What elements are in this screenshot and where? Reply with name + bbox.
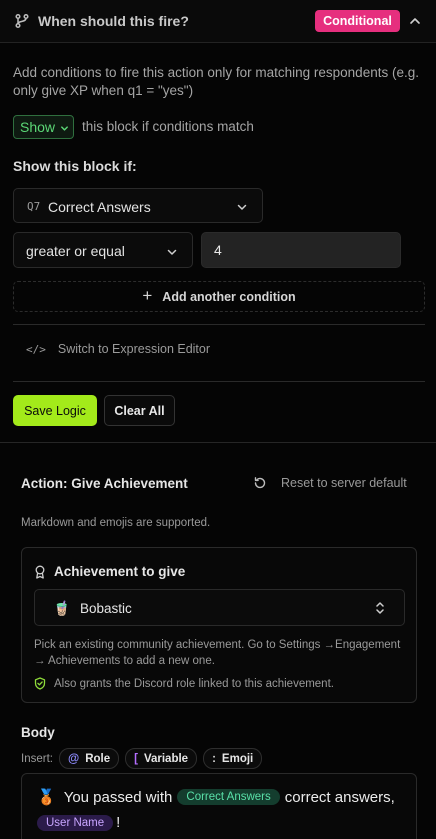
chevron-up-down-icon bbox=[376, 602, 384, 614]
branch-icon bbox=[15, 13, 29, 29]
insert-emoji-button[interactable]: : Emoji bbox=[203, 748, 263, 769]
chevron-up-icon[interactable] bbox=[408, 14, 422, 28]
markdown-note: Markdown and emojis are supported. bbox=[21, 517, 211, 529]
chevron-down-icon bbox=[61, 126, 68, 131]
chevron-down-icon bbox=[237, 204, 247, 210]
save-logic-button[interactable]: Save Logic bbox=[13, 395, 97, 426]
divider bbox=[13, 381, 425, 382]
achievement-select[interactable]: 🧋 Bobastic bbox=[34, 589, 405, 626]
insert-toolbar: Insert: @ Role [ Variable : Emoji bbox=[21, 748, 263, 769]
body-label: Body bbox=[21, 725, 55, 740]
add-condition-button[interactable]: + Add another condition bbox=[13, 281, 425, 312]
user-name-pill[interactable]: User Name bbox=[37, 814, 114, 831]
achievement-emoji: 🧋 bbox=[53, 600, 71, 616]
variable-pill[interactable]: Correct Answers bbox=[177, 789, 280, 805]
conditions-label: Show this block if: bbox=[13, 158, 137, 174]
condition-value-input[interactable] bbox=[201, 232, 401, 268]
at-icon: @ bbox=[67, 752, 80, 765]
achievement-value: Bobastic bbox=[80, 601, 132, 616]
visibility-select[interactable]: Show bbox=[13, 115, 74, 139]
editor-line-2: User Name ! bbox=[37, 814, 120, 831]
reset-label: Reset to server default bbox=[281, 476, 407, 490]
divider bbox=[13, 324, 425, 325]
chevron-down-icon bbox=[167, 249, 177, 255]
action-title: Action: Give Achievement bbox=[21, 476, 188, 491]
insert-variable-button[interactable]: [ Variable bbox=[125, 748, 198, 769]
bracket-icon: [ bbox=[134, 752, 138, 765]
conditions-description: Add conditions to fire this action only … bbox=[13, 65, 419, 98]
question-number: Q7 bbox=[27, 200, 41, 213]
editor-text: You passed with bbox=[63, 788, 173, 806]
insert-variable-label: Variable bbox=[143, 752, 189, 765]
achievement-heading-text: Achievement to give bbox=[54, 564, 186, 579]
medal-emoji: 🥉 bbox=[37, 789, 56, 806]
achievement-help: Pick an existing community achievement. … bbox=[34, 639, 401, 667]
section-separator bbox=[0, 442, 436, 443]
plus-icon: + bbox=[142, 285, 153, 305]
expression-editor-label: Switch to Expression Editor bbox=[57, 342, 211, 356]
visibility-value: Show bbox=[20, 119, 56, 135]
shield-check-icon bbox=[34, 677, 46, 690]
expression-editor-toggle[interactable]: </> Switch to Expression Editor bbox=[26, 342, 210, 356]
body-editor[interactable]: 🥉 You passed with Correct Answers correc… bbox=[21, 773, 417, 839]
section-title: When should this fire? bbox=[38, 13, 189, 29]
question-select[interactable]: Q7 Correct Answers bbox=[13, 188, 263, 223]
editor-text: correct answers, bbox=[284, 788, 395, 806]
reset-icon bbox=[254, 477, 266, 489]
insert-role-button[interactable]: @ Role bbox=[58, 748, 120, 769]
achievement-role-text: Also grants the Discord role linked to t… bbox=[54, 677, 334, 690]
editor-text: ! bbox=[116, 814, 121, 831]
operator-value: greater or equal bbox=[26, 243, 125, 259]
reset-default-button[interactable]: Reset to server default bbox=[253, 476, 407, 490]
code-icon: </> bbox=[26, 342, 46, 356]
visibility-suffix: this block if conditions match bbox=[82, 119, 254, 134]
conditional-badge: Conditional bbox=[315, 10, 400, 32]
question-value: Correct Answers bbox=[48, 199, 151, 215]
insert-role-label: Role bbox=[85, 752, 111, 765]
colon-icon: : bbox=[212, 752, 216, 765]
clear-all-button[interactable]: Clear All bbox=[104, 395, 175, 426]
achievement-card: Achievement to give 🧋 Bobastic Pick an e… bbox=[21, 547, 417, 703]
insert-emoji-label: Emoji bbox=[221, 752, 254, 765]
achievement-heading: Achievement to give bbox=[34, 564, 185, 579]
operator-select[interactable]: greater or equal bbox=[13, 232, 193, 268]
award-icon bbox=[35, 565, 45, 579]
achievement-role-note: Also grants the Discord role linked to t… bbox=[34, 677, 334, 690]
insert-label: Insert: bbox=[21, 752, 53, 765]
editor-line-1: 🥉 You passed with Correct Answers correc… bbox=[37, 788, 395, 807]
section-header[interactable]: When should this fire? Conditional bbox=[0, 0, 436, 43]
add-condition-label: Add another condition bbox=[162, 289, 296, 304]
